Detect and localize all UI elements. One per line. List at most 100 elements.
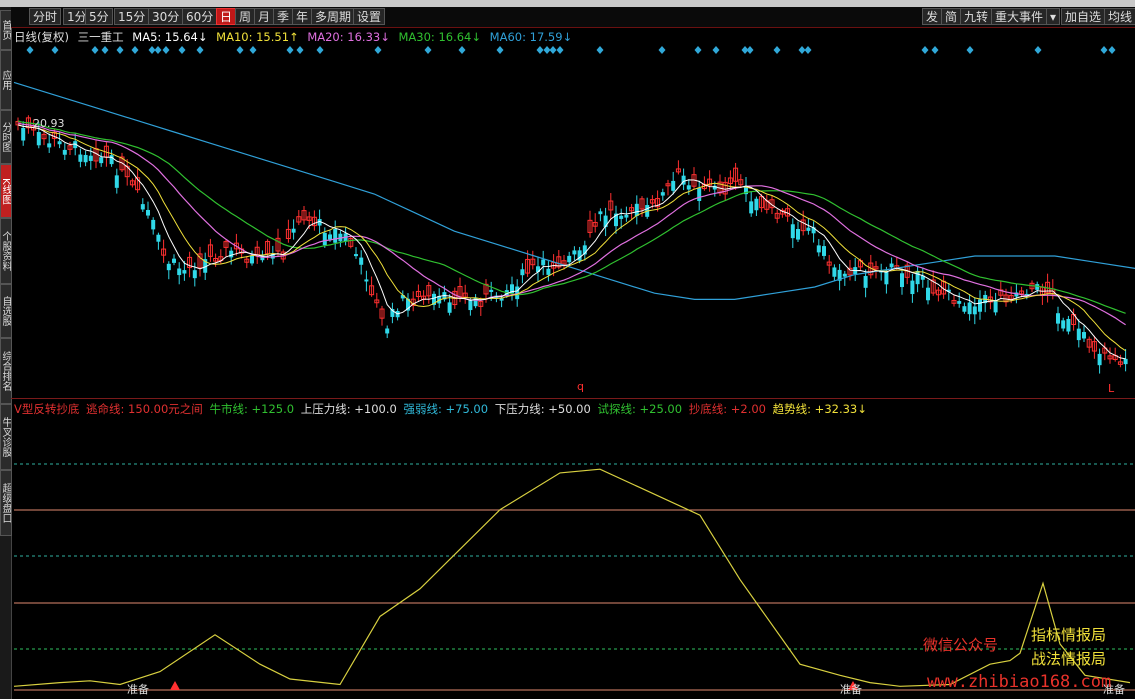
- signal-diamond-icon: [178, 46, 186, 54]
- candle-body: [140, 204, 145, 210]
- signal-diamond-icon: [162, 46, 170, 54]
- watermark-line2: 战法情报局: [1031, 650, 1107, 668]
- candle-body: [1123, 358, 1128, 365]
- candle-body: [884, 270, 889, 285]
- signal-diamond-icon: [91, 46, 99, 54]
- signal-diamond-icon: [966, 46, 974, 54]
- candle-body: [62, 149, 67, 155]
- indicator-name: V型反转抄底: [14, 402, 80, 416]
- candle-body: [182, 270, 187, 274]
- signal-diamond-icon: [798, 46, 806, 54]
- candle-body: [546, 268, 551, 275]
- candle-body: [57, 141, 62, 145]
- signal-diamond-icon: [374, 46, 382, 54]
- candle-body: [624, 214, 629, 218]
- signal-diamond-icon: [746, 46, 754, 54]
- signal-diamond-icon: [148, 46, 156, 54]
- candle-body: [1066, 318, 1071, 332]
- signal-diamond-icon: [286, 46, 294, 54]
- candle-body: [915, 270, 920, 285]
- signal-diamond-icon: [26, 46, 34, 54]
- signal-diamond-icon: [236, 46, 244, 54]
- trend-line-value: 趋势线: +32.33↓: [772, 402, 867, 416]
- signal-diamond-icon: [556, 46, 564, 54]
- candle-body: [697, 187, 702, 202]
- signal-diamond-icon: [658, 46, 666, 54]
- signal-diamond-icon: [154, 46, 162, 54]
- signal-diamond-icon: [196, 46, 204, 54]
- candle-body: [541, 259, 546, 266]
- candle-body: [806, 227, 811, 231]
- signal-diamond-icon: [1100, 46, 1108, 54]
- candle-body: [21, 127, 26, 141]
- kline-chart: [13, 46, 1135, 691]
- candle-body: [926, 287, 930, 301]
- candle-body: [156, 234, 161, 242]
- candle-body: [967, 302, 972, 315]
- signal-diamond-icon: [116, 46, 124, 54]
- candle-body: [832, 267, 837, 277]
- candle-body: [177, 268, 182, 276]
- buy-arrow-icon: [170, 681, 180, 690]
- candle-body: [993, 301, 998, 313]
- wechat-label: 微信公众号: [923, 636, 999, 654]
- candle-body: [686, 185, 691, 190]
- candle-body: [660, 192, 665, 196]
- signal-diamond-icon: [316, 46, 324, 54]
- candle-body: [88, 155, 93, 161]
- candle-body: [83, 154, 88, 163]
- candle-body: [151, 219, 156, 230]
- signal-diamond-icon: [804, 46, 812, 54]
- candle-body: [78, 154, 83, 162]
- bull-line-value: 牛市线: +125.0: [209, 402, 295, 416]
- ma30-line: [17, 120, 1126, 314]
- candle-body: [978, 299, 982, 312]
- candle-body: [322, 232, 327, 246]
- candle-body: [166, 263, 171, 271]
- candle-body: [972, 306, 977, 315]
- candle-body: [1082, 332, 1086, 339]
- candle-body: [114, 175, 119, 188]
- signal-diamond-icon: [536, 46, 544, 54]
- candle-body: [468, 300, 473, 311]
- candle-body: [333, 229, 338, 243]
- ma5-line: [17, 124, 1126, 360]
- candle-body: [572, 250, 577, 255]
- candle-body: [109, 155, 114, 165]
- candle-body: [385, 328, 390, 334]
- candle-body: [900, 273, 904, 288]
- candle-body: [1056, 313, 1060, 324]
- candle-body: [910, 280, 915, 295]
- candle-body: [1076, 328, 1081, 341]
- ma60-line: [13, 81, 1135, 300]
- signal-diamond-icon: [712, 46, 720, 54]
- ready-label: 准备: [127, 683, 149, 696]
- candle-body: [1097, 353, 1102, 366]
- signal-diamond-icon: [424, 46, 432, 54]
- candle-body: [489, 289, 494, 292]
- candle-body: [447, 302, 452, 313]
- ma10-line: [17, 124, 1126, 352]
- candle-body: [749, 201, 754, 214]
- candle-body: [796, 229, 800, 240]
- candle-body: [567, 255, 572, 263]
- candle-body: [842, 273, 847, 277]
- signal-diamonds: [26, 46, 1116, 54]
- signal-diamond-icon: [543, 46, 551, 54]
- candle-body: [863, 275, 868, 288]
- watermark-url: www.zhibiao168.com: [927, 672, 1112, 692]
- marker-l: L: [1108, 382, 1115, 395]
- signal-diamond-icon: [249, 46, 257, 54]
- candle-body: [515, 286, 520, 300]
- strength-value: 强弱线: +75.00: [403, 402, 489, 416]
- signal-diamond-icon: [131, 46, 139, 54]
- candle-body: [192, 270, 197, 279]
- candlesticks: [15, 115, 1128, 374]
- candle-body: [328, 234, 332, 240]
- candle-body: [816, 245, 821, 253]
- candle-body: [229, 250, 234, 258]
- high-price-label: 20.93: [33, 117, 65, 130]
- candle-body: [603, 215, 608, 228]
- signal-diamond-icon: [1034, 46, 1042, 54]
- candle-body: [359, 257, 364, 265]
